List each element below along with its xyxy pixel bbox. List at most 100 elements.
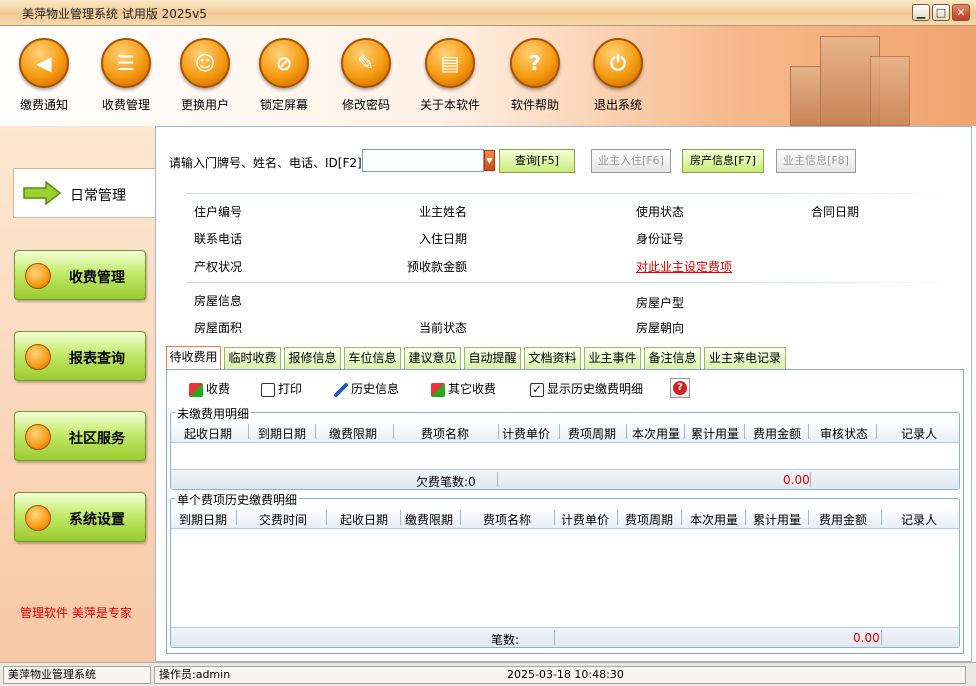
- status-operator: 操作员:admin 2025-03-18 10:48:30: [154, 666, 966, 684]
- print-icon: [261, 382, 275, 397]
- sidebar-item-label: 系统设置: [69, 512, 125, 528]
- divider: [186, 193, 956, 194]
- about-icon: ▤: [425, 38, 475, 88]
- checkin-date-label: 入住日期: [419, 232, 468, 246]
- help-small-button[interactable]: ?: [670, 378, 690, 398]
- close-button[interactable]: ✕: [952, 4, 970, 21]
- prepaid-label: 预收款金额: [407, 260, 468, 274]
- col-due-date[interactable]: 到期日期: [179, 511, 227, 528]
- col-due-date[interactable]: 到期日期: [258, 425, 306, 442]
- collect-icon: [189, 382, 203, 397]
- history-summary-row: 笔数: 0.00: [171, 627, 959, 647]
- sidebar-item-settings[interactable]: 系统设置: [14, 492, 146, 542]
- col-unit-price[interactable]: 计费单价: [502, 425, 550, 442]
- col-recorder[interactable]: 记录人: [901, 425, 937, 442]
- switch-user-icon: ☺: [180, 38, 230, 88]
- sidebar-item-label: 收费管理: [69, 270, 125, 286]
- help-icon: ?: [510, 38, 560, 88]
- house-area-label: 房屋面积: [194, 321, 243, 335]
- notice-button[interactable]: ◀ 缴费通知: [4, 38, 84, 128]
- contract-date-label: 合同日期: [811, 205, 860, 219]
- tab-reminders[interactable]: 自动提醒: [464, 347, 521, 369]
- sidebar-item-community[interactable]: 社区服务: [14, 411, 146, 461]
- col-pay-time[interactable]: 交费时间: [259, 511, 307, 528]
- checkin-button[interactable]: 业主入住[F6]: [591, 149, 671, 173]
- owner-info-button[interactable]: 业主信息[F8]: [776, 149, 856, 173]
- wrench-icon: ✎: [341, 38, 391, 88]
- main-toolbar: ◀ 缴费通知 ☰ 收费管理 ☺ 更换用户 ⊘ 锁定屏幕 ✎ 修改密码 ▤ 关于本…: [0, 26, 976, 126]
- show-history-label: 显示历史缴费明细: [547, 382, 644, 396]
- help-button[interactable]: ? 软件帮助: [495, 38, 575, 128]
- exit-button[interactable]: ⏻ 退出系统: [578, 38, 658, 128]
- col-pay-limit[interactable]: 缴费限期: [329, 425, 377, 442]
- tab-temp-fees[interactable]: 临时收费: [224, 347, 281, 369]
- search-dropdown-button[interactable]: ▼: [484, 150, 495, 171]
- print-button[interactable]: 打印: [261, 380, 302, 400]
- history-button[interactable]: 历史信息: [334, 380, 399, 400]
- col-audit-status[interactable]: 审核状态: [820, 425, 868, 442]
- lock-screen-label: 锁定屏幕: [259, 98, 308, 112]
- query-button[interactable]: 查询[F5]: [499, 149, 575, 173]
- house-info-button[interactable]: 房产信息[F7]: [682, 149, 764, 173]
- col-amount[interactable]: 费用金额: [753, 425, 801, 442]
- col-start-date[interactable]: 起收日期: [340, 511, 388, 528]
- print-label: 打印: [278, 382, 303, 396]
- col-total-usage[interactable]: 累计用量: [691, 425, 739, 442]
- billing-button[interactable]: ☰ 收费管理: [86, 38, 166, 128]
- col-fee-cycle[interactable]: 费项周期: [568, 425, 616, 442]
- col-fee-cycle[interactable]: 费项周期: [625, 511, 673, 528]
- arrow-right-icon: [23, 181, 62, 205]
- about-button[interactable]: ▤ 关于本软件: [410, 38, 490, 128]
- slogan: 管理软件 美萍是专家: [20, 606, 132, 620]
- owner-name-label: 业主姓名: [419, 205, 468, 219]
- tab-suggestions[interactable]: 建议意见: [404, 347, 461, 369]
- tab-documents[interactable]: 文档资料: [524, 347, 581, 369]
- unpaid-total-amount: 0.00: [783, 473, 810, 487]
- history-total-amount: 0.00: [853, 631, 880, 645]
- tab-repair[interactable]: 报修信息: [284, 347, 341, 369]
- col-pay-limit[interactable]: 缴费限期: [405, 511, 453, 528]
- col-recorder[interactable]: 记录人: [901, 511, 937, 528]
- col-amount[interactable]: 费用金额: [819, 511, 867, 528]
- switch-user-button[interactable]: ☺ 更换用户: [165, 38, 245, 128]
- tab-parking[interactable]: 车位信息: [344, 347, 401, 369]
- sidebar-item-daily[interactable]: 日常管理: [13, 168, 155, 218]
- phone-label: 联系电话: [194, 232, 243, 246]
- maximize-button[interactable]: □: [932, 4, 950, 21]
- col-total-usage[interactable]: 累计用量: [753, 511, 801, 528]
- about-label: 关于本软件: [419, 98, 480, 112]
- tab-owner-events[interactable]: 业主事件: [584, 347, 641, 369]
- search-input[interactable]: [362, 149, 484, 172]
- set-fee-link[interactable]: 对此业主设定费项: [636, 258, 732, 275]
- sidebar-item-billing[interactable]: 收费管理: [14, 250, 146, 300]
- col-unit-price[interactable]: 计费单价: [561, 511, 609, 528]
- col-current-usage[interactable]: 本次用量: [632, 425, 680, 442]
- exit-label: 退出系统: [593, 98, 642, 112]
- other-fees-button[interactable]: 其它收费: [431, 380, 496, 400]
- sidebar-item-reports[interactable]: 报表查询: [14, 331, 146, 381]
- building-decoration-side: [870, 56, 910, 126]
- title-bar: 美萍物业管理系统 试用版 2025v5 ▁ □ ✕: [0, 0, 976, 26]
- collect-button[interactable]: 收费: [189, 380, 230, 400]
- history-table-header: 到期日期 交费时间 起收日期 缴费限期 费项名称 计费单价 费项周期 本次用量 …: [171, 507, 959, 529]
- tab-call-records[interactable]: 业主来电记录: [704, 347, 786, 369]
- minimize-button[interactable]: ▁: [912, 4, 930, 21]
- house-type-label: 房屋户型: [636, 296, 685, 310]
- col-start-date[interactable]: 起收日期: [184, 425, 232, 442]
- col-current-usage[interactable]: 本次用量: [690, 511, 738, 528]
- show-history-checkbox[interactable]: ✓ 显示历史缴费明细: [530, 380, 643, 400]
- lock-screen-button[interactable]: ⊘ 锁定屏幕: [244, 38, 324, 128]
- tab-notes[interactable]: 备注信息: [644, 347, 701, 369]
- lock-screen-icon: ⊘: [259, 38, 309, 88]
- unpaid-count: 欠费笔数:0: [416, 475, 476, 489]
- pending-fees-panel: 收费 打印 历史信息 其它收费 ✓ 显示历史缴费明细 ? 未缴费用明细 起收日期 …: [166, 369, 964, 654]
- unit-no-label: 住户编号: [194, 205, 243, 219]
- unpaid-title: 未缴费用明细: [175, 405, 252, 422]
- sidebar-item-label: 报表查询: [69, 351, 125, 367]
- unpaid-summary-row: 欠费笔数:0 0.00: [171, 469, 959, 489]
- col-fee-name[interactable]: 费项名称: [421, 425, 469, 442]
- col-fee-name[interactable]: 费项名称: [483, 511, 531, 528]
- tab-pending-fees[interactable]: 待收费用: [166, 346, 221, 370]
- change-password-button[interactable]: ✎ 修改密码: [326, 38, 406, 128]
- orientation-label: 房屋朝向: [636, 321, 685, 335]
